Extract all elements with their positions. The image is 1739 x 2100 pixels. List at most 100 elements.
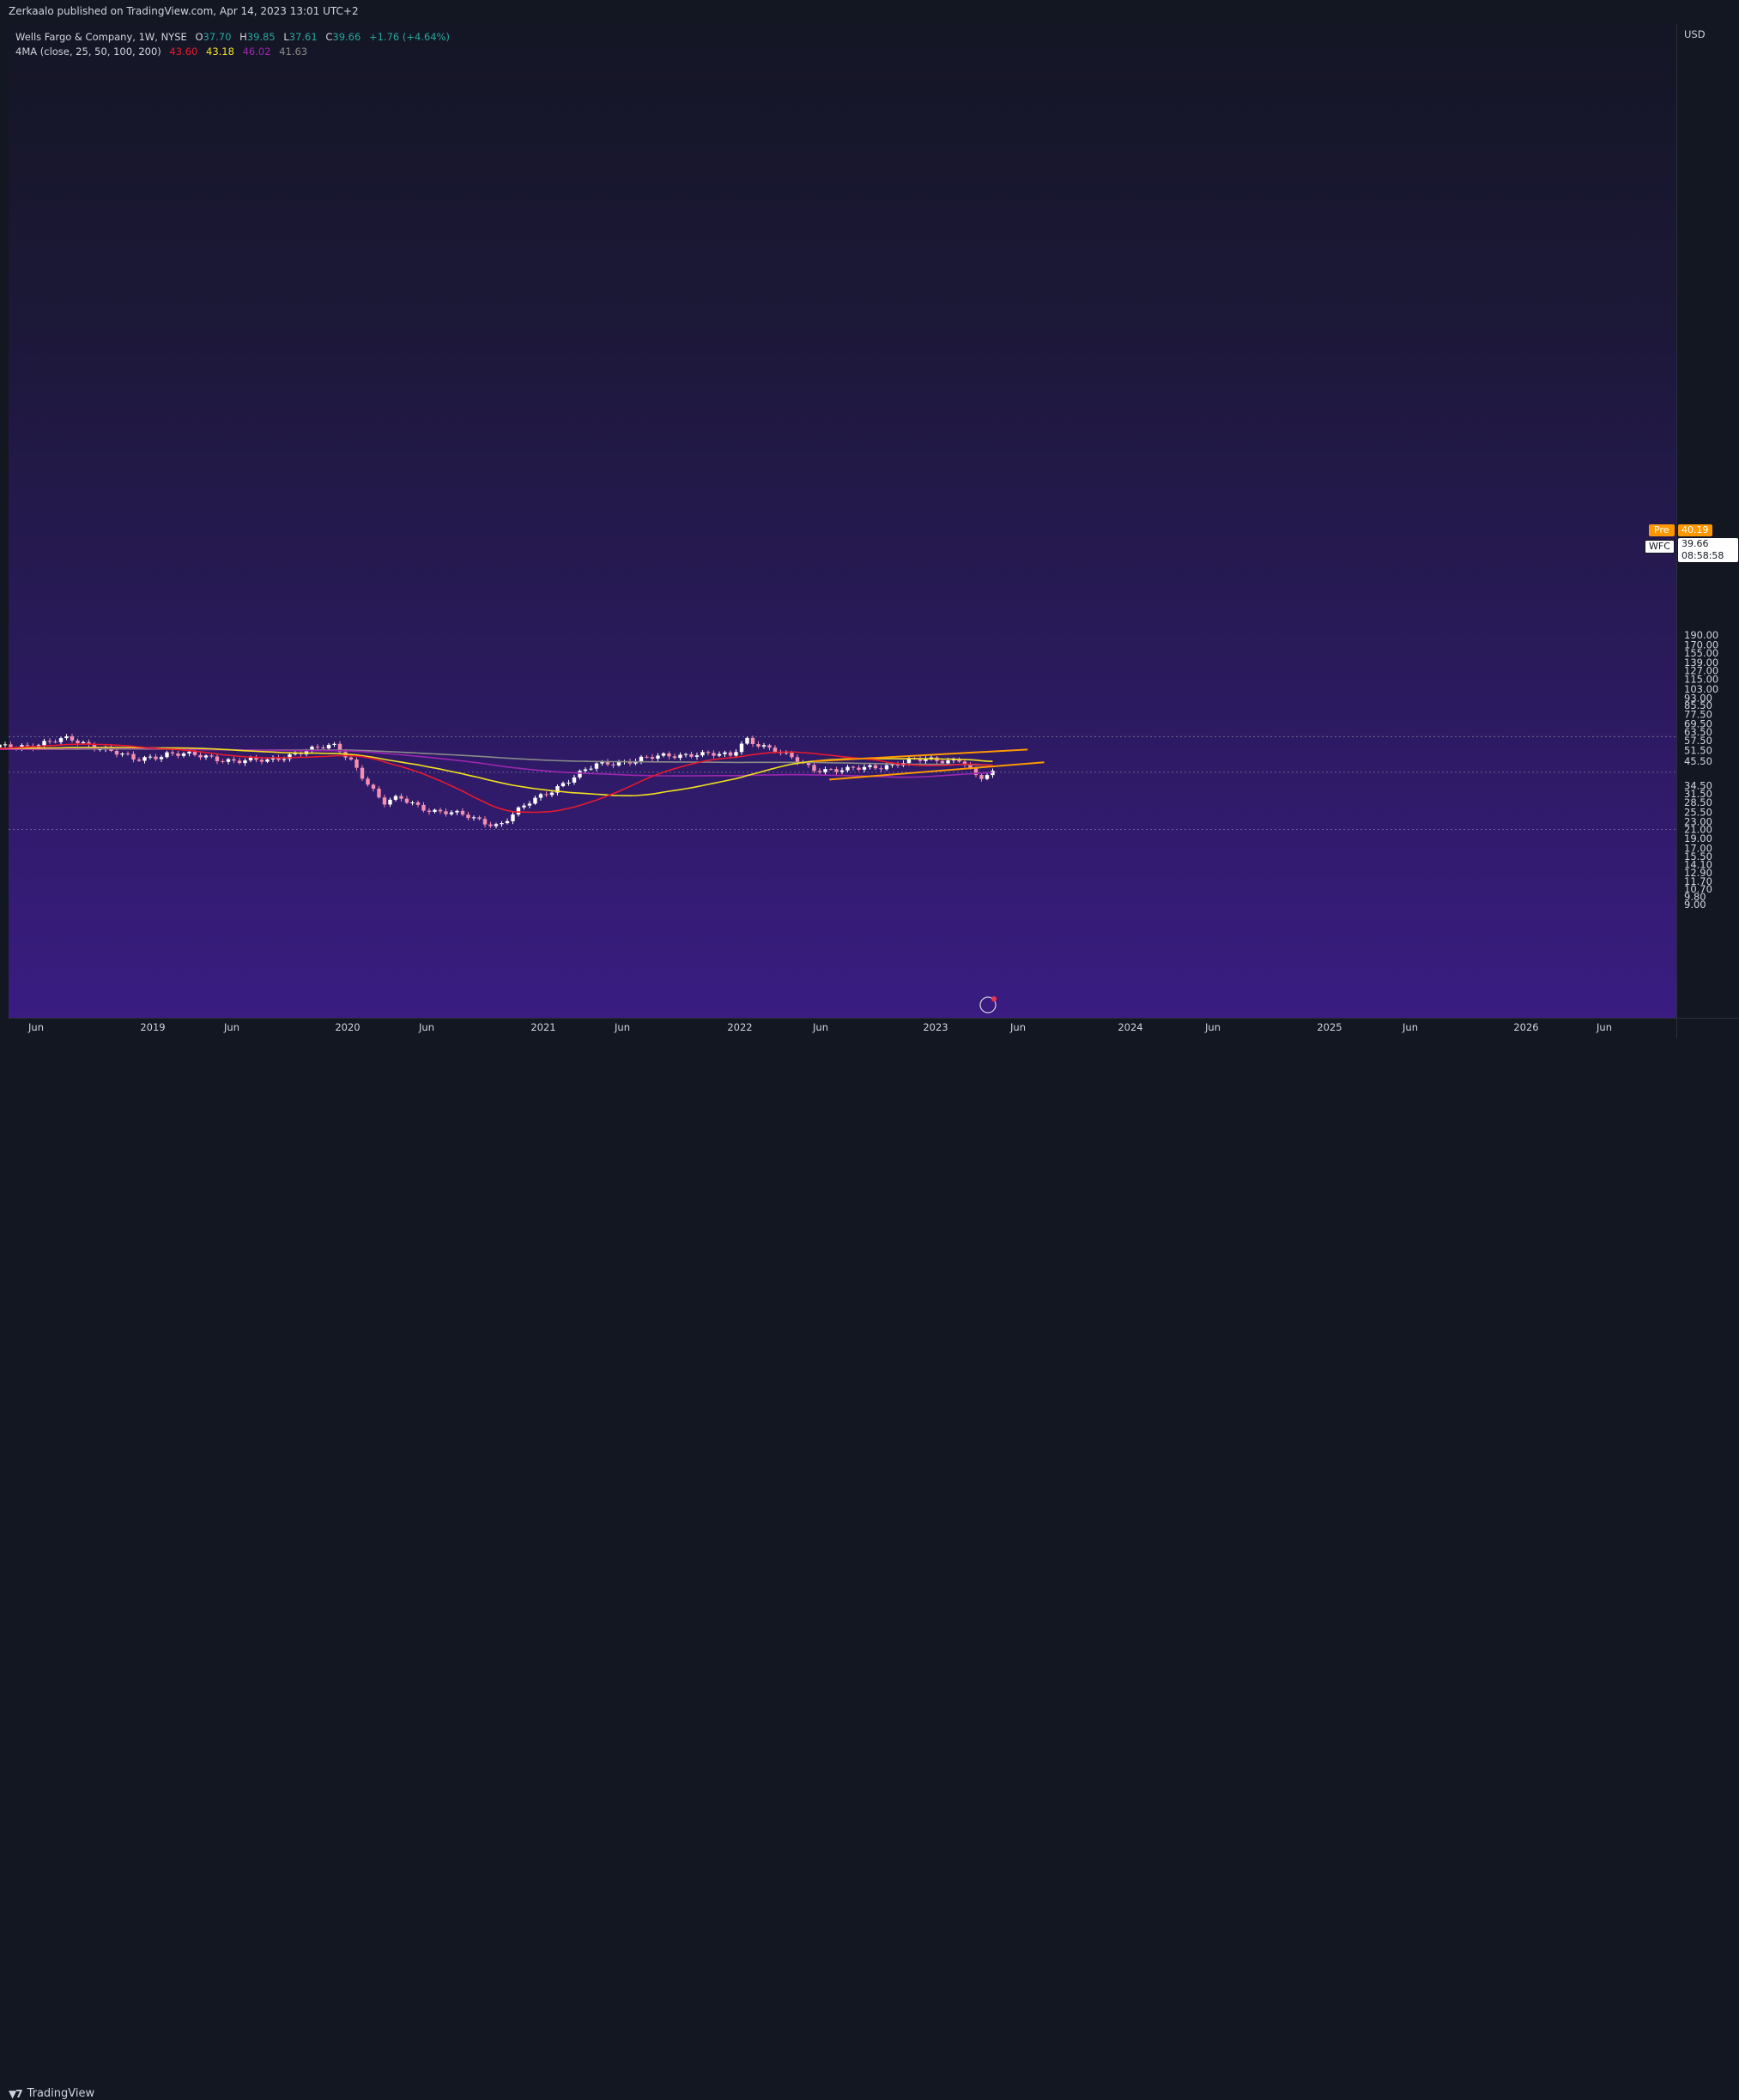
time-tick-12: Jun <box>1204 1021 1221 1033</box>
candle-body <box>482 819 488 825</box>
candle-body <box>232 759 236 761</box>
symbol-title: Wells Fargo & Company, 1W, NYSE <box>15 31 187 43</box>
candle-body <box>221 761 225 763</box>
candle-body <box>460 810 465 815</box>
candle-body <box>427 810 432 813</box>
candle-body <box>136 759 142 761</box>
candle-body <box>723 752 727 754</box>
candle-body <box>761 745 766 747</box>
candle-body <box>70 736 75 741</box>
candle-body <box>399 796 403 799</box>
candle-body <box>366 778 370 785</box>
high-label: H <box>239 31 247 43</box>
candle-body <box>839 770 845 772</box>
candle-body <box>3 744 8 746</box>
candle-body <box>868 765 872 767</box>
candle-body <box>64 736 69 739</box>
price-scale-currency: USD <box>1684 28 1706 40</box>
candle-body <box>282 759 287 760</box>
candle-body <box>700 752 705 756</box>
candle-body <box>884 765 889 770</box>
candle-body <box>661 753 666 756</box>
candle-body <box>404 798 409 803</box>
candle-body <box>734 752 738 756</box>
candle-body <box>589 768 593 770</box>
candle-body <box>415 802 421 805</box>
candle-body <box>511 814 515 821</box>
change-value: +1.76 (+4.64%) <box>368 31 451 43</box>
candle-body <box>756 744 760 747</box>
candle-body <box>259 760 264 762</box>
candle-body <box>354 760 359 768</box>
price-tick-14: 45.50 <box>1684 755 1712 767</box>
candle-body <box>823 769 827 772</box>
candle-body <box>611 764 615 766</box>
time-tick-2: Jun <box>223 1021 239 1033</box>
candle-body <box>706 752 711 753</box>
candle-body <box>321 747 325 749</box>
candle-body <box>985 775 990 779</box>
candle-body <box>114 750 119 755</box>
symbol-legend-row[interactable]: Wells Fargo & Company, 1W, NYSE O37.70 H… <box>15 30 450 45</box>
time-tick-6: Jun <box>614 1021 630 1033</box>
ma-title: 4MA (close, 25, 50, 100, 200) <box>15 45 161 57</box>
candle-body <box>717 753 722 756</box>
candle-body <box>421 804 426 811</box>
candle-body <box>745 737 749 744</box>
open-label: O <box>195 31 203 43</box>
chart-legend: Wells Fargo & Company, 1W, NYSE O37.70 H… <box>15 30 450 59</box>
candle-body <box>58 738 64 742</box>
candle-body <box>81 741 86 743</box>
time-tick-3: 2020 <box>335 1021 360 1033</box>
candle-body <box>215 756 220 762</box>
footer: ▼7 TradingView <box>0 1038 1739 2100</box>
candle-body <box>187 751 191 753</box>
candle-body <box>879 768 883 770</box>
ma-legend-row[interactable]: 4MA (close, 25, 50, 100, 200) 43.60 43.1… <box>15 45 450 59</box>
open-value: 37.70 <box>203 31 232 43</box>
candle-body <box>25 745 30 747</box>
candle-body <box>243 760 247 764</box>
candle-body <box>248 757 253 760</box>
candle-body <box>471 817 476 819</box>
candle-body <box>377 789 381 798</box>
candle-body <box>650 757 655 759</box>
candle-body <box>120 753 124 755</box>
candle-body <box>527 803 532 806</box>
time-tick-14: Jun <box>1402 1021 1418 1033</box>
candle-body <box>371 784 376 790</box>
candle-body <box>237 760 242 764</box>
tradingview-logo[interactable]: ▼7 TradingView <box>9 2087 94 2100</box>
candle-body <box>790 752 794 758</box>
candle-body <box>544 794 548 796</box>
candle-body <box>505 820 510 824</box>
time-tick-1: 2019 <box>140 1021 165 1033</box>
candle-body <box>466 814 470 819</box>
last-price-value: 39.66 <box>1681 538 1709 549</box>
pre-market-label: Pre <box>1649 524 1675 536</box>
high-value: 39.85 <box>246 31 276 43</box>
candle-body <box>181 753 186 756</box>
price-tick-29: 9.00 <box>1684 899 1706 911</box>
candle-body <box>979 775 984 779</box>
candle-body <box>198 754 203 758</box>
candle-body <box>656 755 660 759</box>
candle-body <box>494 824 499 826</box>
candle-body <box>678 754 682 759</box>
close-value: 39.66 <box>332 31 361 43</box>
candle-body <box>828 769 833 771</box>
price-chart[interactable]: USD190.00170.00155.00139.00127.00115.001… <box>0 0 1739 1070</box>
candle-body <box>522 805 526 808</box>
candle-body <box>739 743 744 753</box>
candle-body <box>946 760 950 764</box>
pre-market-price: 40.19 <box>1678 524 1712 536</box>
candle-body <box>689 753 694 757</box>
candle-body <box>360 767 365 779</box>
ma50-value: 43.18 <box>206 45 234 57</box>
candle-body <box>438 809 443 812</box>
candle-body <box>533 797 537 804</box>
candle-body <box>812 765 816 772</box>
candle-body <box>750 737 755 745</box>
candle-body <box>382 797 387 805</box>
time-tick-13: 2025 <box>1317 1021 1342 1033</box>
